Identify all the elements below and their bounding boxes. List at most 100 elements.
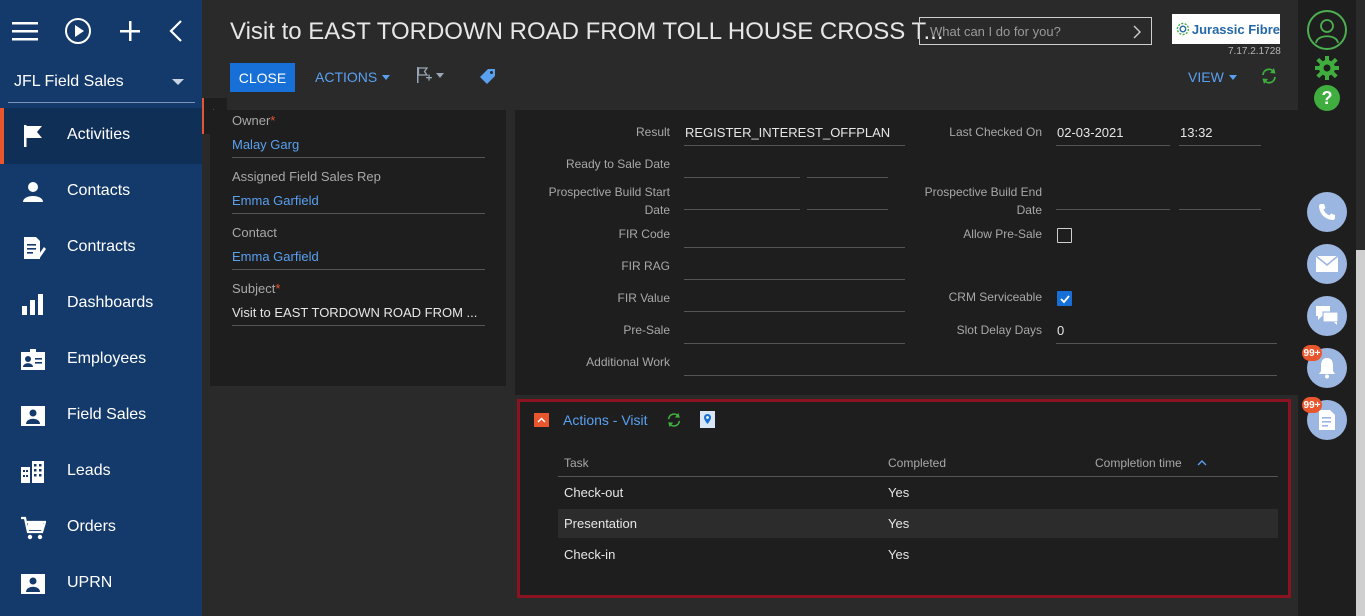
page-title: Visit to EAST TORDOWN ROAD FROM TOLL HOU… [230,18,944,45]
sidebar-item-uprn[interactable]: UPRN [0,556,202,612]
hamburger-menu-icon[interactable] [12,20,38,42]
build-start-date-input[interactable] [684,209,800,210]
section-title[interactable]: Actions - Visit [563,412,648,428]
last-checked-time[interactable]: 13:32 [1180,125,1213,140]
sidebar-item-label: Dashboards [67,294,154,311]
tag-icon[interactable] [480,68,496,84]
id-card-icon [21,349,45,370]
column-header-completion-time[interactable]: Completion time [1095,456,1182,470]
view-menu-button[interactable]: VIEW [1188,69,1237,85]
contact-label: Contact [232,225,277,240]
chevron-down-icon [172,79,184,85]
slot-delay-value[interactable]: 0 [1057,323,1064,338]
fir-rag-input[interactable] [684,279,905,280]
completed-cell: Yes [888,547,910,562]
result-value[interactable]: REGISTER_INTEREST_OFFPLAN [685,125,890,140]
subject-field[interactable]: Subject* Visit to EAST TORDOWN ROAD FROM… [232,278,485,326]
chat-icon [1316,306,1338,325]
bar-chart-icon [22,294,43,315]
sidebar-item-dashboards[interactable]: Dashboards [0,276,202,332]
build-end-label-2: Date [1016,203,1042,217]
sidebar-item-contracts[interactable]: Contracts [0,220,202,276]
close-button[interactable]: CLOSE [230,63,295,92]
sidebar-item-contacts[interactable]: Contacts [0,164,202,220]
task-cell: Check-out [564,485,624,500]
result-underline [684,145,905,146]
actions-label: ACTIONS [315,69,378,85]
crm-serviceable-checkbox[interactable] [1057,291,1072,306]
email-button[interactable] [1307,244,1347,284]
phone-button[interactable] [1307,192,1347,232]
gear-icon[interactable] [1314,55,1340,81]
chat-button[interactable] [1307,296,1347,336]
ready-to-sale-date-label: Ready to Sale Date [565,157,670,171]
user-avatar-icon [1315,19,1339,44]
required-marker: * [275,281,281,296]
sidebar-item-employees[interactable]: Employees [0,332,202,388]
play-circle-icon[interactable] [64,17,92,45]
company-logo: Jurassic Fibre [1172,14,1280,44]
chevron-left-icon[interactable] [168,19,184,43]
table-row[interactable]: Check-out Yes [558,478,1278,507]
required-marker: * [270,113,276,128]
fir-value-input[interactable] [684,311,905,312]
fir-code-input[interactable] [684,247,905,248]
column-header-task[interactable]: Task [564,456,589,470]
contact-value[interactable]: Emma Garfield [232,249,485,264]
flag-menu-button[interactable] [415,66,444,84]
chevron-up-icon [537,417,546,423]
subject-value[interactable]: Visit to EAST TORDOWN ROAD FROM ... [232,305,485,320]
checkmark-icon [1059,294,1070,303]
ready-time-input[interactable] [807,177,888,178]
phone-icon [1319,204,1335,220]
view-label: VIEW [1188,69,1224,85]
ready-date-input[interactable] [684,177,800,178]
chevron-down-icon [1228,74,1237,80]
workspace-selector[interactable]: JFL Field Sales [0,62,202,102]
document-edit-icon [24,237,46,259]
sidebar-item-field-sales[interactable]: Field Sales [0,388,202,444]
build-end-date-input[interactable] [1056,209,1170,210]
last-checked-date-underline [1056,145,1170,146]
task-cell: Check-in [564,547,616,562]
last-checked-label: Last Checked On [949,125,1042,139]
build-start-time-input[interactable] [807,209,888,210]
pre-sale-input[interactable] [684,343,905,344]
sidebar-item-orders[interactable]: Orders [0,500,202,556]
owner-field[interactable]: Owner* Malay Garg [232,110,485,158]
contact-field[interactable]: Contact Emma Garfield [232,222,485,270]
chevron-down-icon [436,72,444,78]
owner-value[interactable]: Malay Garg [232,137,485,152]
assigned-rep-field[interactable]: Assigned Field Sales Rep Emma Garfield [232,166,485,214]
collapse-section-button[interactable] [534,413,549,427]
column-header-completed[interactable]: Completed [888,456,946,470]
completed-cell: Yes [888,516,910,531]
actions-menu-button[interactable]: ACTIONS [315,69,391,85]
task-cell: Presentation [564,516,637,531]
plus-icon[interactable] [118,19,142,43]
map-pin-icon[interactable] [700,411,715,428]
build-end-time-input[interactable] [1179,209,1261,210]
fir-rag-label: FIR RAG [621,259,670,273]
allow-pre-sale-checkbox[interactable] [1057,228,1072,243]
sidebar-divider [8,102,195,103]
table-header-divider [558,476,1278,477]
additional-work-input[interactable] [684,375,1277,376]
fir-value-label: FIR Value [617,291,670,305]
assigned-rep-value[interactable]: Emma Garfield [232,193,485,208]
sort-ascending-icon[interactable] [1197,459,1207,466]
help-icon[interactable]: ? [1314,85,1340,111]
last-checked-date[interactable]: 02-03-2021 [1057,125,1124,140]
refresh-icon[interactable] [1260,67,1278,85]
sidebar-item-label: Employees [67,350,147,367]
table-row[interactable]: Check-in Yes [558,540,1278,569]
search-box[interactable]: What can I do for you? [919,17,1152,45]
search-placeholder: What can I do for you? [930,23,1061,39]
sidebar-item-activities[interactable]: Activities [0,108,202,164]
sidebar-item-label: Contracts [67,238,136,255]
avatar[interactable] [1307,10,1347,50]
sidebar-item-leads[interactable]: Leads [0,444,202,500]
table-row[interactable]: Presentation Yes [558,509,1278,538]
refresh-icon[interactable] [666,412,682,428]
scrollbar[interactable] [1356,250,1365,616]
